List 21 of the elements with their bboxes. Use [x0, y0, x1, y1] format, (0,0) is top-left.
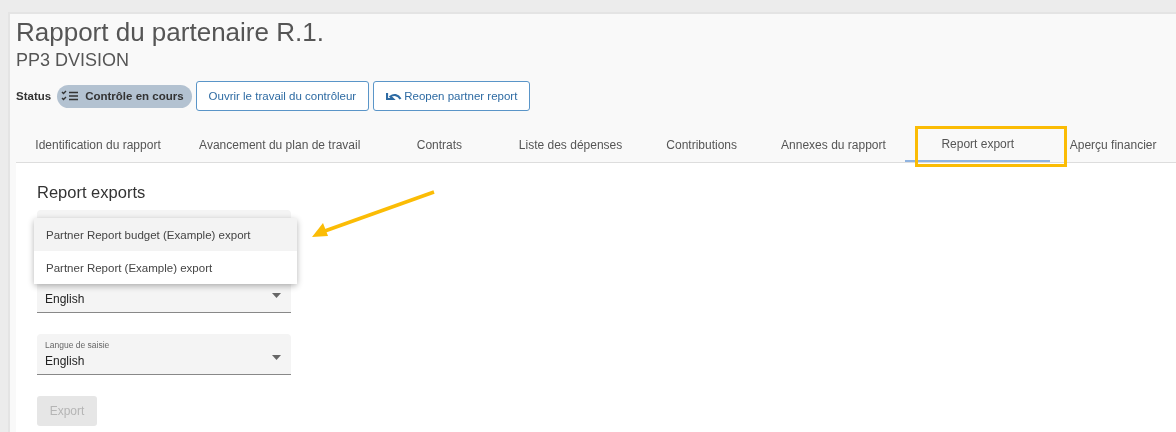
tab[interactable]: Identification du rapport	[16, 127, 180, 162]
open-button[interactable]: Ouvrir le travail du contrôleur	[195, 81, 370, 111]
checklist-icon	[61, 90, 80, 102]
tab[interactable]: Annexes du rapport	[761, 127, 906, 162]
menu-option[interactable]: Partner Report (Example) export	[34, 251, 297, 284]
tab[interactable]: Aperçu financier	[1050, 127, 1176, 162]
dropdown-caret-icon	[272, 293, 281, 298]
dropdown-caret-icon	[272, 355, 281, 360]
status-label: Status	[16, 90, 52, 102]
menu-option[interactable]: Partner Report budget (Example) export	[34, 218, 297, 251]
tab[interactable]: Contrats	[379, 127, 500, 162]
page-title: Rapport du partenaire R.1.	[16, 16, 325, 48]
section-title: Report exports	[37, 183, 147, 202]
page-subtitle: PP3 DVISION	[16, 49, 131, 72]
tab[interactable]: Contributions	[641, 127, 762, 162]
select-field[interactable]: Langue de saisie English	[37, 334, 291, 375]
undo-icon	[386, 91, 403, 101]
tab[interactable]: Avancement du plan de travail	[180, 127, 380, 162]
reopen-button[interactable]: Reopen partner report	[373, 81, 531, 111]
status-chip: Contrôle en cours	[57, 84, 192, 108]
tab[interactable]: Liste des dépenses	[499, 127, 642, 162]
